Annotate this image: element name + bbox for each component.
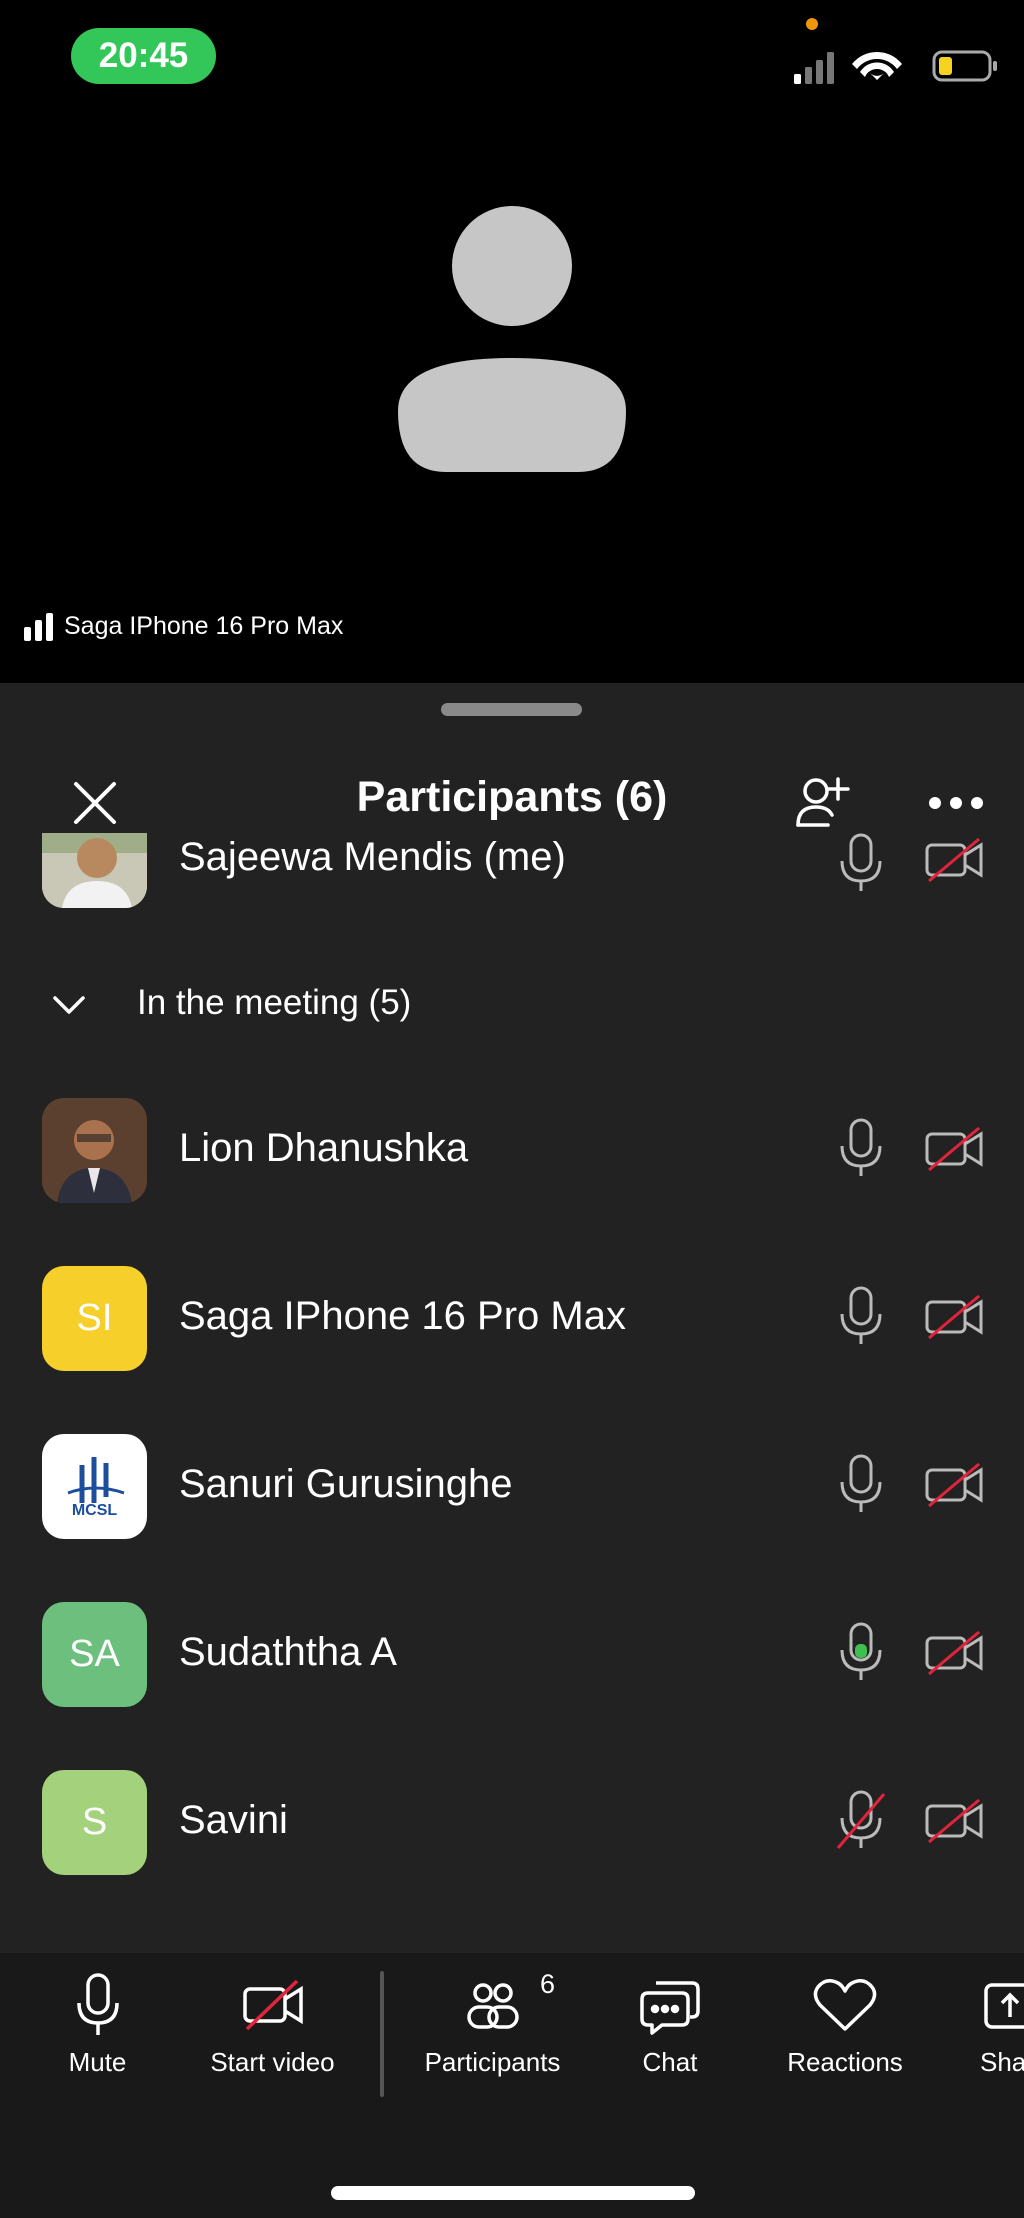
participant-name: Savini (179, 1798, 288, 1842)
in-meeting-section-toggle[interactable]: In the meeting (5) (0, 973, 1024, 1043)
participant-row[interactable]: SI Saga IPhone 16 Pro Max (0, 1256, 1024, 1376)
mic-icon[interactable] (836, 833, 886, 895)
reactions-button[interactable]: Reactions (770, 1973, 920, 2083)
mcsl-logo-icon (66, 1457, 124, 1503)
avatar: S (42, 1770, 147, 1875)
chevron-down-icon (53, 996, 85, 1014)
video-off-icon[interactable] (925, 837, 985, 883)
participant-row[interactable]: Lion Dhanushka (0, 1088, 1024, 1208)
avatar (42, 833, 147, 908)
wifi-icon (852, 51, 902, 80)
chat-icon (640, 1981, 700, 2035)
profile-photo-icon (42, 1098, 147, 1203)
home-indicator[interactable] (331, 2186, 695, 2200)
avatar-initials: SI (76, 1297, 113, 1339)
speaker-name: Saga IPhone 16 Pro Max (64, 612, 344, 640)
heart-icon (813, 1979, 877, 2031)
participant-name: Saga IPhone 16 Pro Max (179, 1294, 626, 1338)
active-speaker-video[interactable]: 20:45 Saga IPhone 16 Pro Max (0, 0, 1024, 683)
participant-name: Lion Dhanushka (179, 1126, 469, 1170)
participant-row-me[interactable]: Sajeewa Mendis (me) (0, 833, 1024, 943)
video-off-icon[interactable] (925, 1630, 985, 1676)
start-video-button[interactable]: Start video (195, 1973, 350, 2083)
participant-name: Sudaththa A (179, 1630, 397, 1674)
cellular-signal-icon (794, 52, 834, 84)
toolbar-divider (380, 1971, 384, 2097)
participant-row[interactable]: SA Sudaththa A (0, 1592, 1024, 1712)
participant-row[interactable]: S Savini (0, 1760, 1024, 1880)
chat-button[interactable]: Chat (620, 1973, 720, 2083)
mic-muted-icon[interactable] (836, 1790, 886, 1852)
mic-icon[interactable] (836, 1118, 886, 1180)
connection-strength-icon (24, 612, 53, 641)
mic-icon[interactable] (836, 1286, 886, 1348)
panel-header: Participants (6) (0, 763, 1024, 843)
avatar (42, 1098, 147, 1203)
participant-name: Sanuri Gurusinghe (179, 1462, 513, 1506)
start-video-label: Start video (210, 2047, 335, 2077)
mcsl-logo-text: MCSL (71, 1502, 118, 1519)
avatar: MCSL (42, 1434, 147, 1539)
participants-icon (466, 1983, 519, 2029)
battery-icon (932, 50, 997, 82)
add-person-icon (796, 777, 850, 827)
status-icons (794, 50, 997, 84)
more-icon (929, 797, 983, 809)
participant-row[interactable]: MCSL Sanuri Gurusinghe (0, 1424, 1024, 1544)
avatar: SA (42, 1602, 147, 1707)
avatar-initials: S (81, 1801, 108, 1843)
mic-icon (76, 1973, 119, 2035)
avatar-initials: SA (69, 1633, 120, 1675)
mute-button[interactable]: Mute (40, 1973, 155, 2083)
more-options-button[interactable] (916, 763, 996, 843)
mic-speaking-icon[interactable] (836, 1622, 886, 1684)
mic-in-use-indicator (806, 18, 818, 30)
speaker-label: Saga IPhone 16 Pro Max (24, 612, 343, 641)
chat-label: Chat (642, 2047, 698, 2077)
meeting-toolbar: Mute Start video Participants 6 Chat Rea… (0, 1953, 1024, 2218)
avatar: SI (42, 1266, 147, 1371)
video-off-icon[interactable] (925, 1798, 985, 1844)
participants-panel: Participants (6) Sajeewa Mendis (me) In … (0, 683, 1024, 1953)
status-time: 20:45 (71, 28, 216, 84)
drag-handle[interactable] (441, 703, 582, 716)
participants-count-badge: 6 (540, 1969, 556, 1999)
mic-icon[interactable] (836, 1454, 886, 1516)
video-off-icon (242, 1979, 303, 2031)
reactions-label: Reactions (787, 2047, 903, 2077)
section-label: In the meeting (5) (137, 983, 412, 1022)
video-off-icon[interactable] (925, 1126, 985, 1172)
profile-photo-icon (42, 833, 147, 908)
video-off-icon[interactable] (925, 1462, 985, 1508)
invite-button[interactable] (782, 763, 862, 843)
default-avatar-icon (398, 206, 626, 472)
participant-name: Sajeewa Mendis (me) (179, 835, 566, 879)
participants-label: Participants (424, 2047, 561, 2077)
share-screen-icon (984, 1983, 1024, 2029)
share-button[interactable]: Sha (980, 1973, 1024, 2083)
panel-title: Participants (6) (356, 773, 668, 821)
mute-label: Mute (68, 2047, 127, 2077)
share-label: Sha (980, 2047, 1024, 2077)
video-off-icon[interactable] (925, 1294, 985, 1340)
